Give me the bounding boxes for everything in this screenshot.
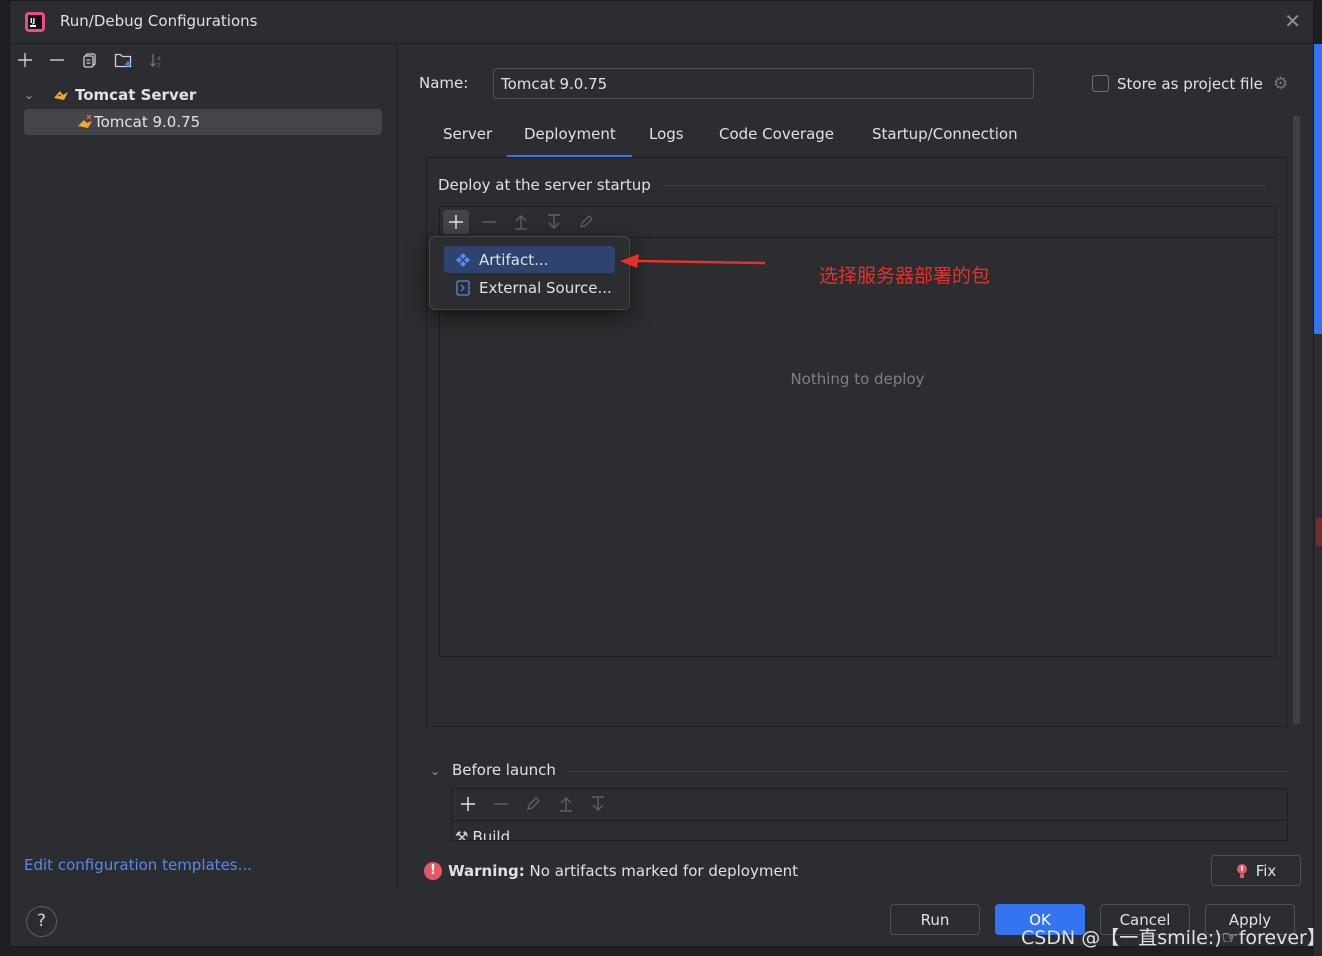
background-marker (1316, 518, 1322, 546)
chevron-down-icon[interactable]: ⌄ (430, 764, 440, 778)
store-as-project-file-checkbox[interactable] (1092, 75, 1109, 92)
move-up-icon[interactable] (508, 210, 534, 234)
artifact-label: Artifact... (479, 250, 549, 269)
build-label: Build (472, 828, 511, 841)
warning-prefix: Warning: (448, 862, 525, 880)
tab-code-coverage[interactable]: Code Coverage (719, 125, 834, 157)
store-as-project-file-label[interactable]: Store as project file (1117, 75, 1263, 93)
empty-deployment-text: Nothing to deploy (790, 370, 925, 388)
popup-item-external-source[interactable]: External Source... (444, 274, 615, 301)
dialog-title: Run/Debug Configurations (60, 12, 258, 30)
move-down-icon[interactable] (541, 210, 567, 234)
external-source-label: External Source... (479, 278, 612, 297)
configuration-editor-panel: Name: Store as project file ⚙ Server Dep… (399, 45, 1314, 890)
before-launch-build-item[interactable]: ⚒ Build (455, 828, 511, 841)
csdn-watermark: CSDN @【一直smile:)☞forever】 (1021, 927, 1322, 949)
help-icon[interactable]: ? (26, 906, 57, 937)
svg-text:a: a (157, 55, 161, 62)
background-panel (1314, 334, 1322, 956)
move-down-icon[interactable] (585, 792, 611, 816)
tab-startup-connection[interactable]: Startup/Connection (872, 125, 1018, 157)
sort-icon[interactable]: az (144, 49, 170, 71)
folder-add-icon[interactable] (111, 49, 137, 71)
chevron-down-icon[interactable]: ⌄ (24, 88, 38, 102)
before-launch-toolbar (452, 789, 1287, 821)
run-button[interactable]: Run (890, 904, 980, 935)
fix-label: Fix (1255, 861, 1277, 880)
tab-logs[interactable]: Logs (649, 125, 684, 157)
close-icon[interactable]: ✕ (1284, 9, 1301, 33)
move-up-icon[interactable] (553, 792, 579, 816)
gear-icon[interactable]: ⚙ (1273, 74, 1288, 94)
before-launch-list: ⚒ Build (451, 788, 1288, 841)
intellij-app-icon: IJ (25, 12, 45, 32)
tree-group-tomcat-server[interactable]: ⌄ Tomcat Server (24, 82, 384, 108)
tomcat-config-icon (78, 114, 92, 128)
fix-button[interactable]: Fix (1211, 855, 1301, 886)
section-divider (566, 771, 1288, 772)
configuration-tree-panel: az ⌄ Tomcat Server Tomcat 9.0.75 Edit co… (10, 45, 398, 890)
vertical-scrollbar[interactable] (1293, 115, 1300, 725)
deployment-toolbar (440, 207, 1275, 238)
artifact-icon (456, 252, 470, 267)
warning-message: Warning: No artifacts marked for deploym… (448, 862, 798, 880)
deploy-section-title: Deploy at the server startup (438, 176, 651, 194)
add-deployment-popup: Artifact... External Source... (429, 236, 630, 310)
tree-group-label: Tomcat Server (75, 86, 197, 104)
add-deployment-button[interactable] (443, 210, 469, 234)
tab-server[interactable]: Server (443, 125, 492, 157)
warning-icon: ! (424, 862, 442, 880)
tree-item-label: Tomcat 9.0.75 (94, 113, 201, 131)
annotation-arrow (620, 254, 766, 268)
before-launch-label[interactable]: Before launch (452, 761, 556, 779)
name-label: Name: (419, 74, 469, 92)
name-input[interactable] (493, 68, 1034, 99)
section-divider (663, 185, 1266, 186)
bulb-icon (1236, 863, 1247, 878)
minus-icon[interactable] (476, 210, 502, 234)
title-bar: IJ Run/Debug Configurations ✕ (10, 1, 1313, 44)
popup-item-artifact[interactable]: Artifact... (444, 246, 615, 273)
hammer-icon: ⚒ (455, 828, 469, 841)
minus-icon[interactable] (44, 49, 70, 71)
plus-icon[interactable] (12, 49, 38, 71)
tab-deployment[interactable]: Deployment (524, 125, 616, 157)
svg-text:IJ: IJ (30, 17, 35, 25)
edit-pencil-icon[interactable] (573, 210, 599, 234)
background-panel-edge (1314, 44, 1322, 334)
plus-icon[interactable] (455, 792, 481, 816)
copy-icon[interactable] (77, 49, 103, 71)
svg-text:z: z (157, 62, 160, 68)
run-label: Run (920, 910, 950, 929)
annotation-text: 选择服务器部署的包 (819, 265, 991, 287)
tree-item-tomcat-9-0-75[interactable]: Tomcat 9.0.75 (24, 109, 382, 135)
minus-icon[interactable] (488, 792, 514, 816)
tomcat-icon (54, 91, 68, 100)
dialog-window: IJ Run/Debug Configurations ✕ az ⌄ Tomca… (9, 0, 1314, 947)
warning-text: No artifacts marked for deployment (529, 862, 799, 880)
edit-pencil-icon[interactable] (520, 792, 546, 816)
edit-configuration-templates-link[interactable]: Edit configuration templates... (24, 856, 252, 874)
external-source-icon (456, 279, 470, 296)
